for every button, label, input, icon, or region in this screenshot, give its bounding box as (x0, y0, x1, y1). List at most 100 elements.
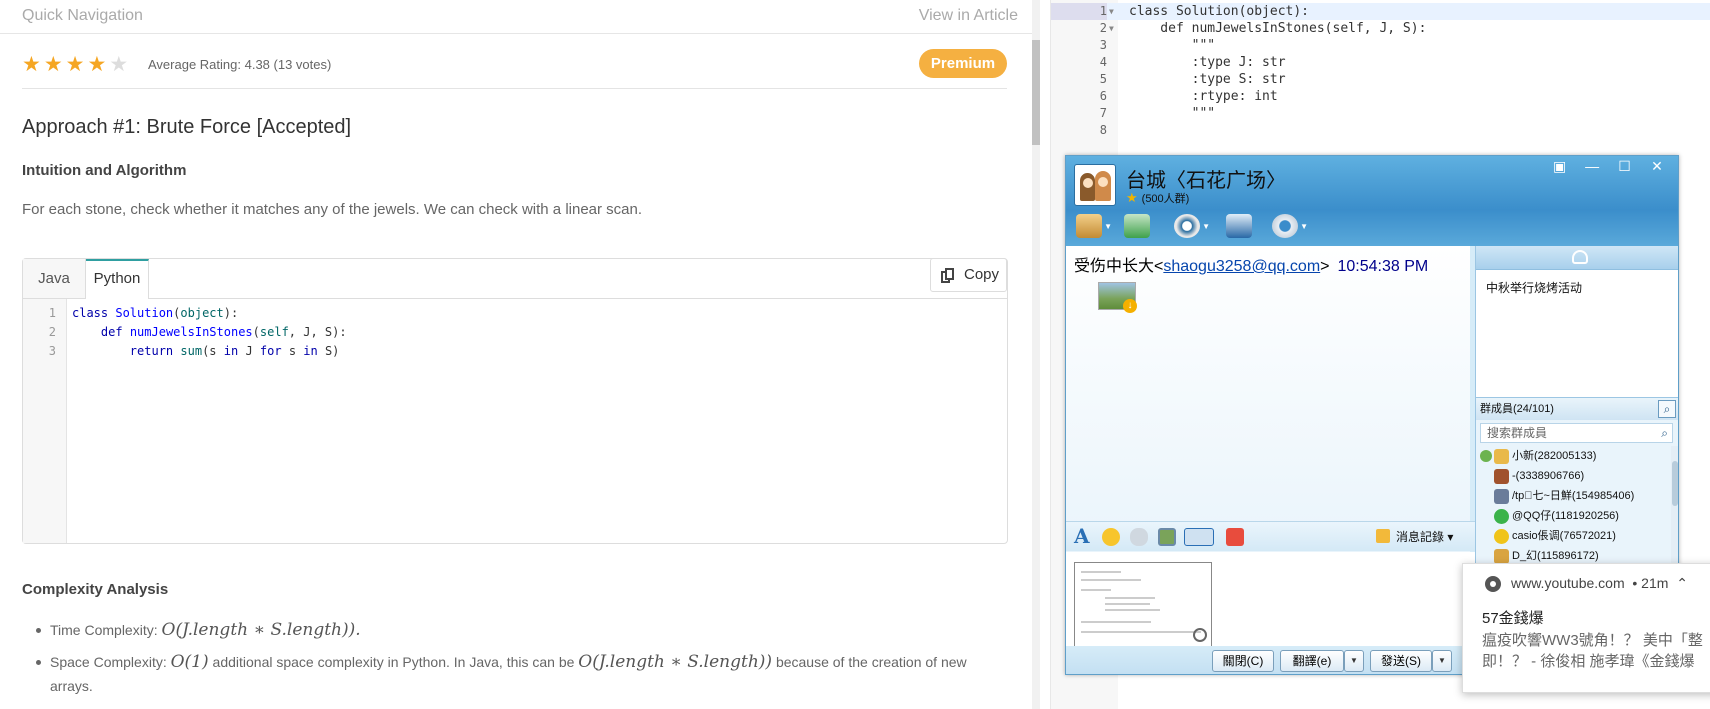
member-search-placeholder: 搜索群成員 (1487, 426, 1548, 440)
editor-line[interactable]: 8 (1051, 122, 1710, 139)
editor-line[interactable]: 1 ▼ class Solution(object): (1051, 3, 1710, 20)
tab-divider (149, 298, 1007, 299)
editor-line[interactable]: 4 :type J: str (1051, 54, 1710, 71)
member-list-scroll-thumb[interactable] (1672, 461, 1678, 506)
member-name: /tp゙七~日鮮(154985406) (1512, 490, 1635, 502)
code-gutter: 1 2 3 (23, 299, 67, 543)
intuition-paragraph: For each stone, check whether it matches… (22, 201, 643, 218)
member-name: D_幻(115896172) (1512, 550, 1599, 562)
copy-button[interactable]: Copy (930, 258, 1007, 292)
article-scrollbar-thumb[interactable] (1032, 40, 1040, 145)
voice-icon[interactable] (1130, 528, 1148, 546)
pasted-screenshot[interactable] (1074, 562, 1212, 647)
group-title: 台城〈石花广场〉 (1126, 170, 1286, 192)
editor-line[interactable]: 5 :type S: str (1051, 71, 1710, 88)
fold-arrow-icon[interactable]: ▼ (1109, 20, 1114, 37)
sender-email-link[interactable]: shaogu3258@qq.com (1163, 258, 1320, 275)
send-button[interactable]: 發送(S) (1370, 650, 1432, 672)
editor-line[interactable]: 6 :rtype: int (1051, 88, 1710, 105)
copy-icon (941, 268, 954, 283)
message-history-button[interactable]: 消息記錄 ▾ (1376, 528, 1453, 545)
members-count: 群成員(24/101) (1480, 403, 1554, 415)
image-icon[interactable] (1158, 528, 1176, 546)
sender-name: 受伤中长大 (1074, 258, 1155, 275)
group-app-icon[interactable] (1226, 214, 1252, 238)
video-icon[interactable]: ▼ (1174, 214, 1210, 238)
translate-button[interactable]: 翻譯(e) (1280, 650, 1344, 672)
font-icon[interactable]: A (1074, 524, 1092, 548)
editor-line-text: """ (1129, 106, 1216, 121)
complexity-heading: Complexity Analysis (22, 581, 169, 598)
intuition-heading: Intuition and Algorithm (22, 162, 187, 179)
members-header: 群成員(24/101) ⌕ (1476, 398, 1678, 420)
restore-icon[interactable]: ▣ (1549, 158, 1571, 176)
editor-line[interactable]: 3 """ (1051, 37, 1710, 54)
member-item[interactable]: 小新(282005133) (1476, 446, 1671, 466)
emoji-icon[interactable] (1102, 528, 1120, 546)
fold-arrow-icon[interactable]: ▼ (1109, 3, 1114, 20)
editor-line-text: :type J: str (1129, 55, 1286, 70)
settings-gear-icon[interactable]: ▼ (1272, 214, 1308, 238)
editor-line-number: 6 (1099, 89, 1107, 103)
group-member-count: (500人群) (1141, 193, 1190, 205)
image-attachment-icon[interactable]: ↓ (1098, 282, 1137, 313)
notification-body: 瘟疫吹響WW3號角！？ 美中「整 即！？ - 徐俊相 施孝瑋《金錢爆 (1482, 630, 1710, 672)
editor-line[interactable]: 7 """ (1051, 105, 1710, 122)
copy-label: Copy (964, 266, 1000, 283)
code-block[interactable]: class Solution(object): def numJewelsInS… (72, 304, 347, 361)
search-icon[interactable]: ⌕ (1661, 424, 1668, 442)
time-complexity-math: O(J.length ∗ S.length)). (161, 620, 361, 640)
maximize-button[interactable]: ☐ (1614, 158, 1636, 176)
member-name: 小新(282005133) (1512, 450, 1597, 462)
line-number: 2 (48, 325, 56, 339)
member-search-input[interactable]: 搜索群成員 ⌕ (1480, 423, 1673, 443)
tab-java[interactable]: Java (23, 259, 86, 299)
message-area[interactable]: 受伤中长大<shaogu3258@qq.com> 10:54:38 PM ↓ (1066, 246, 1470, 556)
full-stars: ★★★★ (22, 53, 110, 76)
chrome-notification[interactable]: www.youtube.com • 21m ⌃ 57金錢爆 瘟疫吹響WW3號角！… (1462, 563, 1710, 693)
editor-line-number: 3 (1099, 38, 1107, 52)
member-avatar (1494, 469, 1509, 484)
history-icon (1376, 529, 1390, 543)
screenshot-icon[interactable] (1184, 528, 1214, 546)
group-share-icon[interactable]: ▼ (1076, 214, 1112, 238)
gift-icon[interactable] (1226, 528, 1244, 546)
qq-window-header[interactable]: 台城〈石花广场〉 ★ (500人群) ▣ — ☐ ✕ ▼ ▼ ▼ (1066, 156, 1678, 246)
editor-line-text: class Solution(object): (1129, 4, 1310, 19)
announcement-header (1476, 246, 1678, 270)
editor-line-number: 4 (1099, 55, 1107, 69)
send-dropdown-icon[interactable]: ▼ (1432, 650, 1452, 672)
premium-badge[interactable]: Premium (919, 49, 1007, 78)
member-item[interactable]: casio倀调(76572021) (1476, 526, 1671, 546)
quick-navigation-link[interactable]: Quick Navigation (22, 7, 143, 25)
member-item[interactable]: @QQ仔(1181920256) (1476, 506, 1671, 526)
message-time: 10:54:38 PM (1337, 258, 1429, 275)
close-window-button[interactable]: ✕ (1646, 158, 1668, 176)
notification-site-line: www.youtube.com • 21m ⌃ (1511, 575, 1688, 592)
editor-line[interactable]: 2 ▼ def numJewelsInStones(self, J, S): (1051, 20, 1710, 37)
editor-line-text: def numJewelsInStones(self, J, S): (1129, 21, 1427, 36)
star-icon: ★ (1126, 190, 1138, 205)
zoom-icon[interactable] (1193, 628, 1207, 642)
complexity-list: Time Complexity: O(J.length ∗ S.length))… (36, 618, 1010, 706)
tab-python[interactable]: Python (86, 259, 149, 299)
quick-navigation-bar: Quick Navigation View in Article (0, 0, 1032, 34)
translate-dropdown-icon[interactable]: ▼ (1344, 650, 1364, 672)
group-chat-icon[interactable] (1124, 214, 1150, 238)
view-in-article-link[interactable]: View in Article (919, 7, 1018, 25)
search-icon[interactable]: ⌕ (1658, 400, 1676, 418)
close-button[interactable]: 關閉(C) (1212, 650, 1274, 672)
download-icon: ↓ (1123, 299, 1137, 313)
member-item[interactable]: /tp゙七~日鮮(154985406) (1476, 486, 1671, 506)
star-rating[interactable]: ★★★★★ (22, 52, 131, 77)
message-header: 受伤中长大<shaogu3258@qq.com> 10:54:38 PM (1074, 258, 1429, 275)
chrome-icon (1485, 576, 1501, 592)
space-complexity-item: Space Complexity: O(1) additional space … (36, 650, 1010, 698)
member-item[interactable]: -(3338906766) (1476, 466, 1671, 486)
space-complexity-text: additional space complexity in Python. I… (208, 654, 579, 670)
expand-icon[interactable]: ⌃ (1676, 575, 1688, 591)
editor-line-text: """ (1129, 38, 1216, 53)
code-snippet-card: Java Python Copy 1 2 3 class Solution(ob… (22, 258, 1008, 544)
group-avatar[interactable] (1074, 164, 1116, 206)
minimize-button[interactable]: — (1581, 158, 1603, 176)
